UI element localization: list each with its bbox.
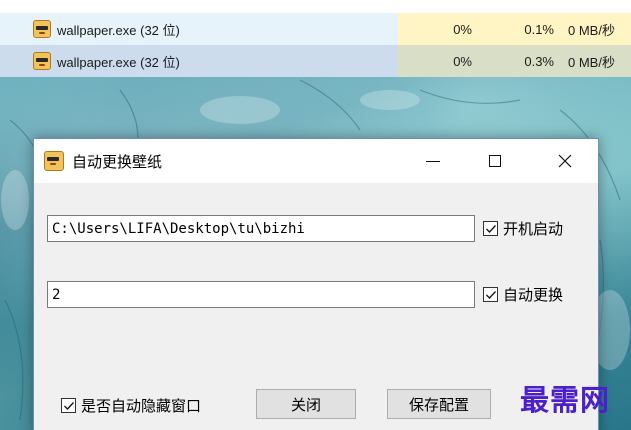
sunglasses-face-icon [44, 151, 64, 171]
process-row[interactable]: wallpaper.exe (32 位) 0% 0.3% 0 MB/秒 [0, 45, 631, 77]
sunglasses-face-icon [33, 52, 51, 70]
process-row[interactable]: wallpaper.exe (32 位) 0% 0.1% 0 MB/秒 [0, 13, 631, 45]
close-button[interactable]: 关闭 [256, 389, 356, 419]
interval-input[interactable]: 2 [47, 281, 475, 308]
cpu-cell: 0% [398, 13, 480, 45]
cpu-cell: 0% [398, 45, 480, 77]
dialog-titlebar[interactable]: 自动更换壁纸 [34, 139, 598, 183]
disk-cell: 0 MB/秒 [562, 13, 631, 45]
memory-cell: 0.1% [480, 13, 562, 45]
minimize-icon [426, 160, 440, 162]
taskmanager-top-strip [0, 0, 631, 13]
autostart-label: 开机启动 [503, 220, 564, 238]
disk-cell: 0 MB/秒 [562, 45, 631, 77]
process-name: wallpaper.exe (32 位) [57, 54, 180, 70]
autohide-checkbox[interactable]: 是否自动隐藏窗口 [61, 395, 201, 416]
memory-cell: 0.3% [480, 45, 562, 77]
process-name-cell: wallpaper.exe (32 位) [0, 45, 398, 77]
wallpaper-dialog: 自动更换壁纸 C:\Users\LIFA\Desktop\tu\bizhi 开机… [33, 138, 599, 430]
checkmark-icon [486, 225, 496, 233]
close-window-button[interactable] [542, 139, 588, 183]
checkbox-box[interactable] [483, 221, 498, 236]
folder-path-input[interactable]: C:\Users\LIFA\Desktop\tu\bizhi [47, 215, 475, 242]
minimize-button[interactable] [410, 139, 456, 183]
process-name: wallpaper.exe (32 位) [57, 22, 180, 38]
dialog-title: 自动更换壁纸 [72, 152, 163, 171]
save-config-button[interactable]: 保存配置 [387, 389, 491, 419]
process-name-cell: wallpaper.exe (32 位) [0, 13, 398, 45]
autochange-checkbox[interactable]: 自动更换 [483, 284, 563, 305]
autochange-label: 自动更换 [503, 286, 564, 304]
checkbox-box[interactable] [61, 398, 76, 413]
sunglasses-face-icon [33, 20, 51, 38]
maximize-icon [489, 155, 501, 167]
checkmark-icon [486, 291, 496, 299]
autostart-checkbox[interactable]: 开机启动 [483, 218, 563, 239]
close-icon [558, 154, 572, 168]
maximize-button[interactable] [472, 139, 518, 183]
site-watermark: 最需网 [520, 383, 611, 417]
checkbox-box[interactable] [483, 287, 498, 302]
autohide-label: 是否自动隐藏窗口 [81, 397, 202, 415]
checkmark-icon [64, 402, 74, 410]
